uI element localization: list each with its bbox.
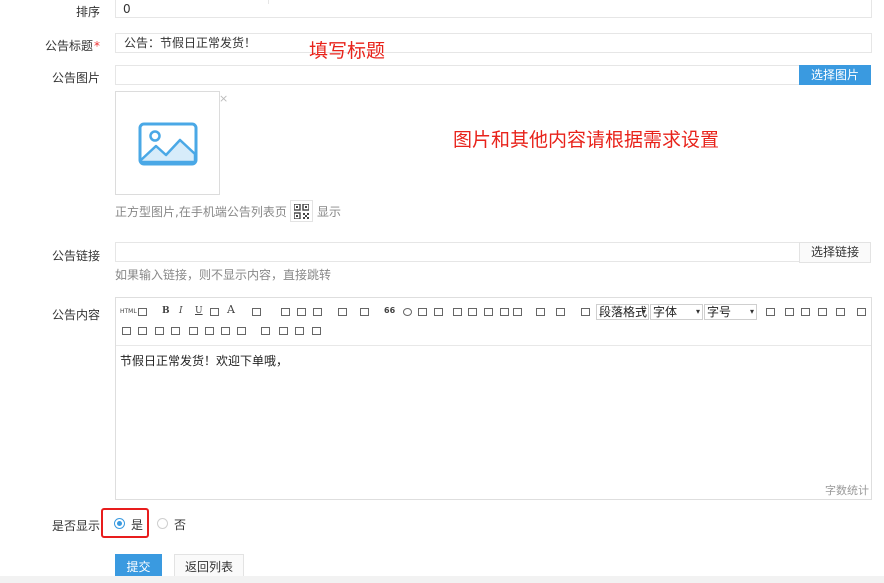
eraser-icon[interactable] bbox=[500, 308, 509, 316]
align-right-icon[interactable] bbox=[313, 308, 322, 316]
delete-row-icon[interactable] bbox=[818, 308, 827, 316]
insert-image-icon[interactable] bbox=[418, 308, 427, 316]
title-annotation: 填写标题 bbox=[309, 40, 386, 62]
link-input[interactable] bbox=[115, 242, 800, 262]
unordered-list-icon[interactable] bbox=[360, 308, 369, 316]
select-image-button[interactable]: 选择图片 bbox=[799, 65, 871, 85]
title-input[interactable]: 公告：节假日正常发货！ bbox=[115, 33, 872, 53]
split-cells-icon[interactable] bbox=[171, 327, 180, 335]
display-no-radio[interactable] bbox=[157, 518, 168, 529]
title-label: 公告标题* bbox=[0, 37, 100, 54]
merge-right-icon[interactable] bbox=[138, 327, 147, 335]
font-size-select[interactable]: 字号 ▾ bbox=[704, 304, 757, 320]
preview-icon[interactable] bbox=[138, 308, 147, 316]
divider bbox=[268, 0, 269, 4]
display-label: 是否显示 bbox=[51, 519, 100, 533]
image-url-input[interactable] bbox=[115, 65, 800, 85]
indent-icon[interactable] bbox=[581, 308, 590, 316]
bold-button[interactable]: B bbox=[162, 305, 170, 317]
remove-image-icon[interactable]: × bbox=[219, 92, 228, 105]
paragraph-format-select[interactable]: 段落格式 ▾ bbox=[596, 304, 649, 320]
blockquote-button[interactable]: 66 bbox=[384, 305, 395, 317]
link-label: 公告链接 bbox=[51, 249, 100, 263]
select-link-button[interactable]: 选择链接 bbox=[799, 242, 871, 263]
merge-down-icon[interactable] bbox=[155, 327, 164, 335]
image-placeholder-icon bbox=[138, 122, 198, 166]
table-props-icon[interactable] bbox=[221, 327, 230, 335]
chevron-down-icon: ▾ bbox=[695, 307, 700, 316]
page-footer bbox=[0, 576, 884, 583]
image-preview[interactable] bbox=[115, 91, 220, 195]
font-color-button[interactable]: A bbox=[227, 304, 235, 316]
anchor-icon[interactable] bbox=[261, 327, 270, 335]
sort-input-frame[interactable] bbox=[115, 0, 872, 18]
font-family-select[interactable]: 字体 ▾ bbox=[650, 304, 703, 320]
insert-link-icon[interactable] bbox=[484, 308, 493, 316]
align-left-icon[interactable] bbox=[281, 308, 290, 316]
display-yes-radio[interactable] bbox=[114, 518, 125, 529]
insert-music-icon[interactable] bbox=[468, 308, 477, 316]
cell-props-icon[interactable] bbox=[237, 327, 246, 335]
strikethrough-icon[interactable] bbox=[210, 308, 219, 316]
chevron-down-icon: ▾ bbox=[749, 307, 754, 316]
paragraph-format-value: 段落格式 bbox=[599, 305, 648, 319]
emoji-icon[interactable] bbox=[403, 308, 412, 316]
editor-content[interactable]: 节假日正常发货！欢迎下单哦， bbox=[120, 352, 288, 369]
word-count: 字数统计 bbox=[825, 484, 869, 497]
chevron-down-icon: ▾ bbox=[641, 307, 646, 316]
image-hint-suffix: 显示 bbox=[317, 205, 342, 219]
sort-label: 排序 bbox=[75, 5, 100, 19]
line-height-icon[interactable] bbox=[513, 308, 522, 316]
split-cols-icon[interactable] bbox=[205, 327, 214, 335]
delete-col-icon[interactable] bbox=[836, 308, 845, 316]
font-family-value: 字体 bbox=[653, 305, 678, 319]
sort-input[interactable]: 0 bbox=[123, 2, 131, 16]
insert-col-icon[interactable] bbox=[801, 308, 810, 316]
image-label: 公告图片 bbox=[51, 71, 100, 85]
image-annotation: 图片和其他内容请根据需求设置 bbox=[453, 129, 720, 151]
link-hint: 如果输入链接，则不显示内容，直接跳转 bbox=[115, 268, 332, 282]
highlight-color-icon[interactable] bbox=[252, 308, 261, 316]
paste-icon[interactable] bbox=[312, 327, 321, 335]
display-yes-label[interactable]: 是 bbox=[131, 516, 143, 533]
paragraph-spacing-icon[interactable] bbox=[536, 308, 545, 316]
font-size-value: 字号 bbox=[707, 305, 732, 319]
print-icon[interactable] bbox=[295, 327, 304, 335]
insert-row-icon[interactable] bbox=[785, 308, 794, 316]
align-center-icon[interactable] bbox=[297, 308, 306, 316]
editor-toolbar: HTML B I U A 66 段落格式 ▾ 字体 ▾ 字号 ▾ bbox=[116, 298, 871, 346]
insert-video-icon[interactable] bbox=[453, 308, 462, 316]
delete-table-icon[interactable] bbox=[857, 308, 866, 316]
required-mark: * bbox=[94, 39, 100, 53]
ordered-list-icon[interactable] bbox=[338, 308, 347, 316]
merge-cells-icon[interactable] bbox=[122, 327, 131, 335]
underline-button[interactable]: U bbox=[195, 305, 203, 317]
content-label: 公告内容 bbox=[51, 308, 100, 322]
display-no-label[interactable]: 否 bbox=[174, 516, 186, 533]
table-icon[interactable] bbox=[766, 308, 775, 316]
split-rows-icon[interactable] bbox=[189, 327, 198, 335]
title-label-text: 公告标题 bbox=[44, 39, 93, 53]
italic-button[interactable]: I bbox=[179, 305, 183, 317]
qrcode-icon[interactable] bbox=[290, 200, 313, 222]
image-hint-text: 正方型图片,在手机端公告列表页 bbox=[115, 205, 287, 219]
rich-text-editor[interactable]: HTML B I U A 66 段落格式 ▾ 字体 ▾ 字号 ▾ 节假日正常发货… bbox=[115, 297, 872, 500]
row-spacing-icon[interactable] bbox=[556, 308, 565, 316]
html-source-button[interactable]: HTML bbox=[120, 306, 137, 318]
template-icon[interactable] bbox=[279, 327, 288, 335]
